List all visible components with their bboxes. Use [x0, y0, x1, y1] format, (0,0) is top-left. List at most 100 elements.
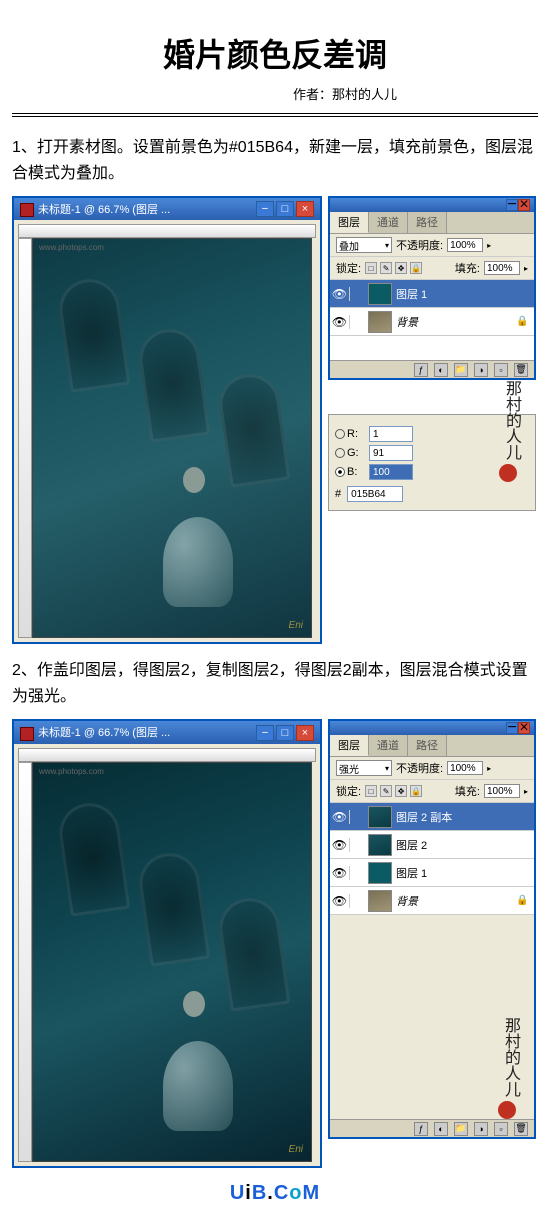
tab-layers[interactable]: 图层	[330, 212, 369, 233]
mask-icon[interactable]: ◐	[434, 1122, 448, 1136]
new-layer-icon[interactable]: ▫	[494, 1122, 508, 1136]
lock-transparency-icon[interactable]: □	[365, 262, 377, 274]
opacity-label: 不透明度:	[396, 760, 443, 776]
window-titlebar[interactable]: 未标题-1 @ 66.7% (图层 ... − □ ×	[14, 198, 320, 220]
hex-input[interactable]	[347, 486, 403, 502]
folder-icon[interactable]: 📁	[454, 363, 468, 377]
layer-row[interactable]: 👁 图层 2 副本	[330, 803, 534, 831]
lock-pixels-icon[interactable]: ✎	[380, 785, 392, 797]
visibility-eye-icon[interactable]: 👁	[330, 894, 350, 908]
tab-channels[interactable]: 通道	[369, 212, 408, 233]
window-titlebar[interactable]: 未标题-1 @ 66.7% (图层 ... − □ ×	[14, 721, 320, 743]
ps-app-icon	[20, 203, 34, 217]
layer-name[interactable]: 图层 1	[396, 865, 534, 881]
opacity-input[interactable]: 100%	[447, 761, 483, 775]
church-window	[56, 799, 131, 916]
panel-close-icon[interactable]: ×	[518, 199, 530, 211]
maximize-button[interactable]: □	[276, 201, 294, 217]
radio-icon[interactable]	[335, 429, 345, 439]
trash-icon[interactable]: 🗑	[514, 1122, 528, 1136]
chevron-right-icon[interactable]: ▸	[487, 241, 491, 250]
layer-thumbnail[interactable]	[368, 283, 392, 305]
lock-position-icon[interactable]: ✥	[395, 785, 407, 797]
maximize-button[interactable]: □	[276, 725, 294, 741]
canvas-photo[interactable]: www.photops.com Eni	[32, 762, 312, 1162]
close-button[interactable]: ×	[296, 201, 314, 217]
adjust-icon[interactable]: ◑	[474, 1122, 488, 1136]
new-layer-icon[interactable]: ▫	[494, 363, 508, 377]
panel-titlebar[interactable]: − ×	[330, 721, 534, 735]
lock-pixels-icon[interactable]: ✎	[380, 262, 392, 274]
tab-channels[interactable]: 通道	[369, 735, 408, 756]
r-input[interactable]	[369, 426, 413, 442]
visibility-eye-icon[interactable]: 👁	[330, 287, 350, 301]
lock-all-icon[interactable]: 🔒	[410, 785, 422, 797]
artist-signature: 那村的人儿	[499, 380, 529, 470]
tab-paths[interactable]: 路径	[408, 735, 447, 756]
panel-close-icon[interactable]: ×	[518, 722, 530, 734]
church-window	[56, 276, 131, 393]
color-picker-rgb: R: G: B: # 那村的人儿	[328, 414, 536, 511]
chevron-right-icon[interactable]: ▸	[487, 764, 491, 773]
layer-name[interactable]: 背景	[396, 314, 516, 330]
fill-label: 填充:	[455, 260, 480, 276]
ruler-vertical	[18, 238, 32, 638]
b-input[interactable]	[369, 464, 413, 480]
blend-mode-select[interactable]: 强光▾	[336, 760, 392, 776]
page-title: 婚片颜色反差调	[12, 30, 538, 76]
fill-input[interactable]: 100%	[484, 261, 520, 275]
lock-label: 锁定:	[336, 783, 361, 799]
layer-row[interactable]: 👁 背景 🔒	[330, 887, 534, 915]
layer-row[interactable]: 👁 图层 1	[330, 859, 534, 887]
folder-icon[interactable]: 📁	[454, 1122, 468, 1136]
layer-thumbnail[interactable]	[368, 862, 392, 884]
layer-row[interactable]: 👁 背景 🔒	[330, 308, 534, 336]
tab-paths[interactable]: 路径	[408, 212, 447, 233]
r-label[interactable]: R:	[335, 428, 365, 440]
chevron-right-icon[interactable]: ▸	[524, 264, 528, 273]
blend-mode-select[interactable]: 叠加▾	[336, 237, 392, 253]
panel-minimize-icon[interactable]: −	[506, 199, 518, 211]
author-prefix: 作者：	[293, 87, 332, 102]
panel-titlebar[interactable]: − ×	[330, 198, 534, 212]
layer-name[interactable]: 图层 2	[396, 837, 534, 853]
b-label[interactable]: B:	[335, 466, 365, 478]
layer-thumbnail[interactable]	[368, 806, 392, 828]
layer-thumbnail[interactable]	[368, 311, 392, 333]
g-input[interactable]	[369, 445, 413, 461]
trash-icon[interactable]: 🗑	[514, 363, 528, 377]
lock-position-icon[interactable]: ✥	[395, 262, 407, 274]
minimize-button[interactable]: −	[256, 725, 274, 741]
visibility-eye-icon[interactable]: 👁	[330, 810, 350, 824]
layer-thumbnail[interactable]	[368, 890, 392, 912]
g-label[interactable]: G:	[335, 447, 365, 459]
layer-name[interactable]: 图层 2 副本	[396, 809, 534, 825]
lock-transparency-icon[interactable]: □	[365, 785, 377, 797]
fx-icon[interactable]: ƒ	[414, 1122, 428, 1136]
layer-thumbnail[interactable]	[368, 834, 392, 856]
ps-document-window: 未标题-1 @ 66.7% (图层 ... − □ × www.photops.…	[12, 196, 322, 644]
fill-input[interactable]: 100%	[484, 784, 520, 798]
mask-icon[interactable]: ◐	[434, 363, 448, 377]
chevron-right-icon[interactable]: ▸	[524, 787, 528, 796]
tab-layers[interactable]: 图层	[330, 735, 369, 756]
visibility-eye-icon[interactable]: 👁	[330, 866, 350, 880]
radio-icon[interactable]	[335, 467, 345, 477]
fx-icon[interactable]: ƒ	[414, 363, 428, 377]
adjust-icon[interactable]: ◑	[474, 363, 488, 377]
layer-name[interactable]: 背景	[396, 893, 516, 909]
canvas-photo[interactable]: www.photops.com Eni	[32, 238, 312, 638]
ps-document-window: 未标题-1 @ 66.7% (图层 ... − □ × www.photops.…	[12, 719, 322, 1167]
visibility-eye-icon[interactable]: 👁	[330, 838, 350, 852]
layers-list: 👁 图层 1 👁 背景 🔒	[330, 280, 534, 360]
lock-all-icon[interactable]: 🔒	[410, 262, 422, 274]
layer-name[interactable]: 图层 1	[396, 286, 534, 302]
layer-row[interactable]: 👁 图层 1	[330, 280, 534, 308]
opacity-input[interactable]: 100%	[447, 238, 483, 252]
layer-row[interactable]: 👁 图层 2	[330, 831, 534, 859]
radio-icon[interactable]	[335, 448, 345, 458]
panel-minimize-icon[interactable]: −	[506, 722, 518, 734]
visibility-eye-icon[interactable]: 👁	[330, 315, 350, 329]
close-button[interactable]: ×	[296, 725, 314, 741]
minimize-button[interactable]: −	[256, 201, 274, 217]
